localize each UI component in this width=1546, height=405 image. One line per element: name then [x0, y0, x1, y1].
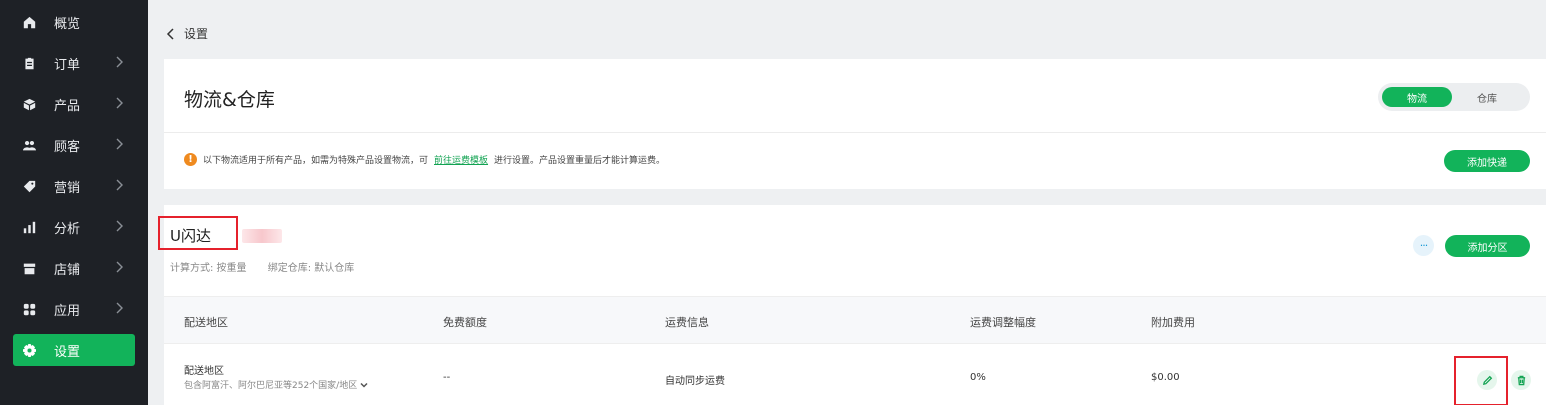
tag-icon — [22, 180, 36, 194]
sidebar-item-label: 店铺 — [54, 263, 81, 278]
bound-warehouse: 绑定仓库: 默认仓库 — [267, 263, 355, 274]
chevron-left-icon — [166, 27, 174, 40]
sidebar-item-apps[interactable]: 应用 — [0, 289, 148, 330]
sidebar-item-label: 营销 — [54, 181, 81, 196]
box-icon — [22, 98, 36, 112]
chevron-right-icon — [116, 179, 126, 193]
breadcrumb-label: 设置 — [184, 27, 209, 41]
sidebar-item-store[interactable]: 店铺 — [0, 248, 148, 289]
sidebar-item-label: 产品 — [54, 99, 81, 114]
breadcrumb[interactable]: 设置 — [166, 25, 208, 42]
sidebar-item-label: 分析 — [54, 222, 81, 237]
chevron-right-icon — [116, 97, 126, 111]
tab-warehouse[interactable]: 仓库 — [1452, 87, 1522, 107]
tab-logistics[interactable]: 物流 — [1382, 87, 1452, 107]
apps-grid-icon — [22, 303, 36, 317]
gear-icon — [22, 343, 36, 357]
table-row: 配送地区 包含阿富汗、阿尔巴尼亚等252个国家/地区 -- 自动同步运费 0% … — [164, 344, 1546, 405]
sidebar-item-analytics[interactable]: 分析 — [0, 207, 148, 248]
bar-chart-icon — [22, 221, 36, 235]
shipping-info-value: 自动同步运费 — [665, 376, 725, 387]
chevron-right-icon — [116, 138, 126, 152]
col-adjustment: 运费调整幅度 — [970, 316, 1036, 329]
sidebar-item-overview[interactable]: 概览 — [0, 2, 148, 43]
add-zone-button[interactable]: 添加分区 — [1445, 235, 1530, 257]
shipping-notice: ! 以下物流适用于所有产品，如需为特殊产品设置物流，可 前往运费模板 进行设置。… — [184, 153, 665, 166]
notice-prefix: 以下物流适用于所有产品，如需为特殊产品设置物流，可 — [203, 156, 429, 166]
chevron-right-icon — [116, 220, 126, 234]
carrier-card: U闪达 计算方式: 按重量 绑定仓库: 默认仓库 ··· 添加分区 配送地区 免… — [158, 205, 1546, 405]
warning-icon: ! — [184, 153, 197, 166]
highlight-box — [158, 216, 238, 250]
carrier-meta: 计算方式: 按重量 绑定仓库: 默认仓库 — [170, 259, 372, 274]
chevron-down-icon — [360, 382, 368, 388]
clipboard-icon — [22, 57, 36, 71]
logistics-warehouse-toggle: 物流 仓库 — [1378, 83, 1530, 111]
table-header: 配送地区 免费额度 运费信息 运费调整幅度 附加费用 — [164, 296, 1546, 344]
adjustment-value: 0% — [970, 372, 986, 383]
sidebar-item-marketing[interactable]: 营销 — [0, 166, 148, 207]
calc-method: 计算方式: 按重量 — [170, 263, 247, 274]
shipping-template-link[interactable]: 前往运费模板 — [434, 153, 488, 166]
page-title: 物流&仓库 — [184, 89, 275, 111]
sidebar-item-orders[interactable]: 订单 — [0, 43, 148, 84]
free-quota-value: -- — [443, 372, 451, 383]
sidebar-item-label: 应用 — [54, 304, 81, 319]
col-extra-fee: 附加费用 — [1151, 316, 1195, 329]
sidebar-item-label: 设置 — [54, 344, 81, 360]
region-detail-text: 包含阿富汗、阿尔巴尼亚等252个国家/地区 — [184, 381, 358, 391]
trash-icon — [1517, 375, 1525, 385]
col-free-quota: 免费额度 — [443, 316, 487, 329]
users-icon — [22, 139, 36, 153]
region-detail[interactable]: 包含阿富汗、阿尔巴尼亚等252个国家/地区 — [184, 378, 368, 391]
delete-button[interactable] — [1511, 370, 1531, 390]
sidebar-item-products[interactable]: 产品 — [0, 84, 148, 125]
extra-fee-value: $0.00 — [1151, 372, 1180, 383]
region-title: 配送地区 — [184, 366, 224, 377]
col-region: 配送地区 — [184, 316, 228, 329]
col-shipping-info: 运费信息 — [665, 316, 709, 329]
edit-button[interactable] — [1477, 370, 1497, 390]
sidebar-item-customers[interactable]: 顾客 — [0, 125, 148, 166]
sidebar-item-label: 顾客 — [54, 140, 81, 155]
more-options-button[interactable]: ··· — [1413, 235, 1434, 256]
sidebar-item-label: 概览 — [54, 17, 81, 32]
sidebar: 概览 订单 产品 顾客 营销 分析 店铺 应用 设置 — [0, 0, 148, 405]
store-icon — [22, 262, 36, 276]
pencil-icon — [1482, 375, 1492, 385]
logistics-header-card: 物流&仓库 物流 仓库 ! 以下物流适用于所有产品，如需为特殊产品设置物流，可 … — [164, 59, 1546, 189]
chevron-right-icon — [116, 56, 126, 70]
chevron-right-icon — [116, 302, 126, 316]
chevron-right-icon — [116, 261, 126, 275]
divider — [164, 132, 1546, 133]
redacted-badge — [242, 229, 282, 243]
sidebar-item-settings[interactable]: 设置 — [13, 334, 135, 366]
add-carrier-button[interactable]: 添加快递 — [1444, 150, 1530, 172]
notice-suffix: 进行设置。产品设置重量后才能计算运费。 — [494, 156, 666, 166]
sidebar-item-label: 订单 — [54, 58, 81, 73]
home-icon — [22, 16, 36, 30]
